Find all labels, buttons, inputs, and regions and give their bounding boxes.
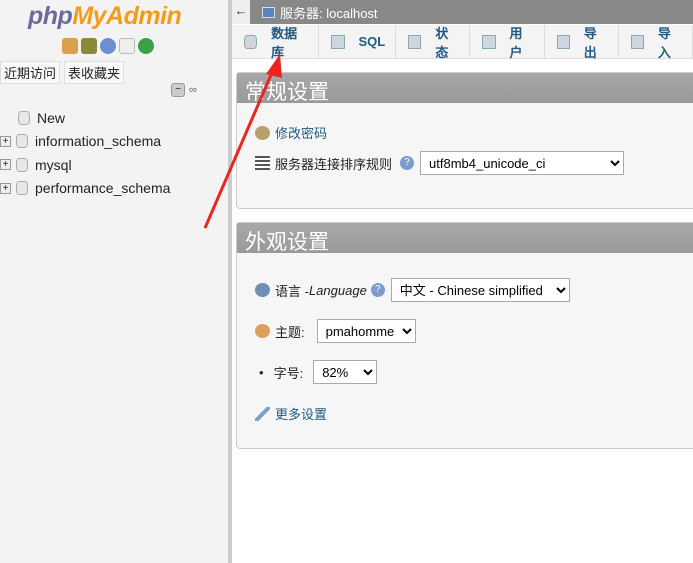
expand-icon[interactable]: + bbox=[0, 182, 11, 194]
collation-select[interactable]: utf8mb4_unicode_ci bbox=[420, 151, 625, 175]
tree-item[interactable]: + performance_schema bbox=[0, 177, 170, 201]
tab-users[interactable]: 用户 bbox=[470, 25, 545, 60]
link-icon[interactable]: ∞ bbox=[189, 84, 197, 96]
appearance-settings-title: 外观设置 bbox=[237, 223, 693, 254]
reload-icon[interactable] bbox=[138, 38, 154, 54]
help-icon[interactable]: ? bbox=[400, 156, 415, 170]
general-settings-panel: 常规设置 修改密码 服务器连接排序规则? utf8mb4_unicode_ci bbox=[236, 72, 693, 209]
collapse-all-icon[interactable]: − bbox=[171, 83, 185, 97]
change-password-link[interactable]: 修改密码 bbox=[275, 123, 327, 142]
list-icon bbox=[255, 156, 270, 170]
theme-palette-icon bbox=[255, 324, 270, 338]
expand-icon[interactable]: + bbox=[0, 159, 11, 171]
help-icon[interactable] bbox=[100, 38, 116, 54]
language-select[interactable]: 中文 - Chinese simplified bbox=[390, 278, 570, 302]
tree-item[interactable]: + mysql bbox=[0, 153, 170, 177]
logout-icon[interactable] bbox=[81, 38, 97, 54]
tab-import[interactable]: 导入 bbox=[619, 25, 693, 60]
key-icon bbox=[255, 125, 270, 140]
back-arrow-icon[interactable]: ← bbox=[232, 0, 250, 24]
new-database-icon bbox=[18, 110, 30, 125]
appearance-settings-panel: 外观设置 语言 - Language? 中文 - Chinese simplif… bbox=[236, 222, 693, 449]
tab-export[interactable]: 导出 bbox=[545, 25, 619, 60]
main-panel: ← 服务器: localhost 数据库 SQL 状态 用户 导出 导入 常规设… bbox=[232, 0, 693, 563]
tree-item[interactable]: + information_schema bbox=[0, 130, 170, 154]
server-link[interactable]: 服务器: localhost bbox=[280, 3, 378, 22]
database-icon bbox=[16, 134, 28, 149]
tab-databases[interactable]: 数据库 bbox=[232, 25, 319, 60]
tab-sql[interactable]: SQL bbox=[319, 25, 397, 58]
favorites-tab[interactable]: 表收藏夹 bbox=[64, 61, 125, 84]
tree-item-new[interactable]: New bbox=[0, 106, 170, 130]
breadcrumb: ← 服务器: localhost bbox=[232, 0, 693, 24]
import-icon bbox=[630, 34, 644, 49]
server-icon bbox=[262, 6, 275, 18]
main-tabs: 数据库 SQL 状态 用户 导出 导入 bbox=[232, 24, 693, 60]
wrench-icon bbox=[255, 406, 270, 421]
database-icon bbox=[16, 181, 28, 196]
recent-tab[interactable]: 近期访问 bbox=[0, 61, 61, 84]
sql-icon bbox=[330, 34, 345, 49]
users-icon bbox=[482, 34, 496, 49]
more-settings-link[interactable]: 更多设置 bbox=[275, 404, 327, 423]
status-icon bbox=[408, 34, 422, 49]
navigation-panel: phpMyAdmin 近期访问 表收藏夹 − ∞ New + informatio… bbox=[0, 0, 229, 563]
database-icon bbox=[16, 157, 28, 172]
phpmyadmin-logo[interactable]: phpMyAdmin bbox=[28, 2, 182, 31]
general-settings-title: 常规设置 bbox=[237, 73, 693, 104]
tab-status[interactable]: 状态 bbox=[396, 25, 471, 60]
database-tree: New + information_schema + mysql + performa… bbox=[0, 106, 170, 200]
home-icon[interactable] bbox=[62, 38, 78, 54]
database-icon bbox=[244, 34, 258, 49]
language-icon bbox=[255, 283, 270, 297]
help-icon[interactable]: ? bbox=[370, 283, 385, 297]
font-size-select[interactable]: 82% bbox=[313, 360, 378, 384]
expand-icon[interactable]: + bbox=[0, 135, 11, 147]
bullet-icon: • bbox=[259, 364, 264, 380]
theme-select[interactable]: pmahomme bbox=[316, 319, 416, 343]
docs-icon[interactable] bbox=[119, 38, 135, 54]
export-icon bbox=[556, 34, 570, 49]
